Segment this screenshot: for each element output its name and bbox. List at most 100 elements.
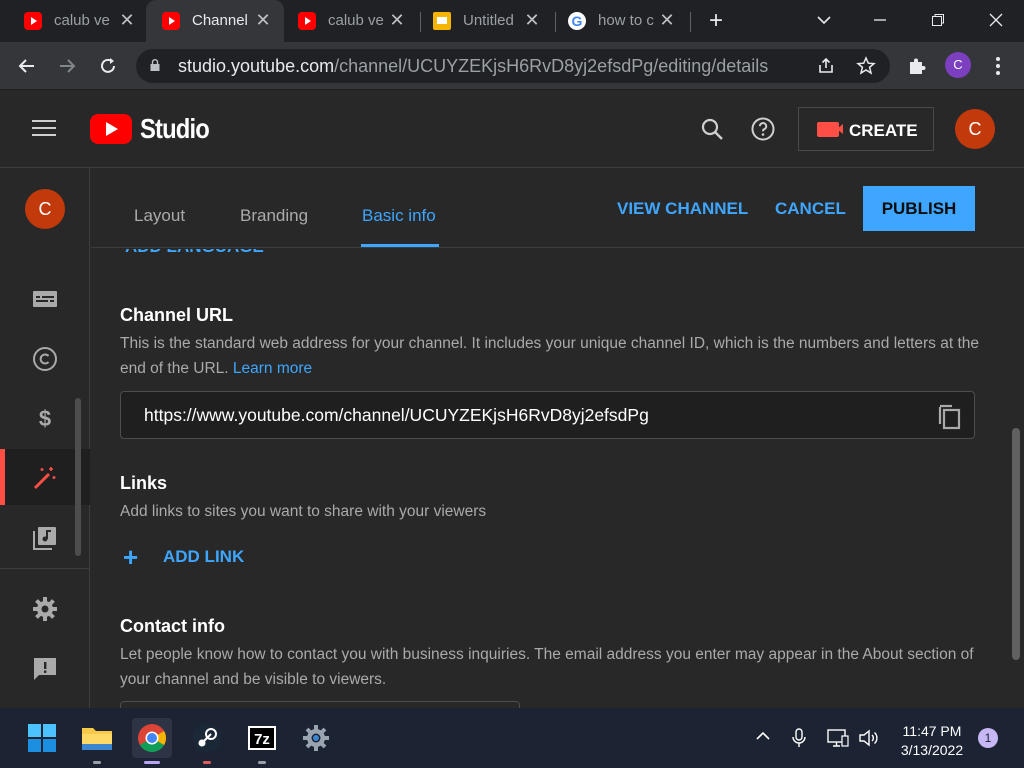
feedback-icon: [34, 658, 56, 680]
account-avatar[interactable]: C: [955, 109, 995, 149]
copyright-icon: [33, 347, 57, 371]
taskbar-chrome[interactable]: [132, 718, 172, 764]
close-icon[interactable]: ✕: [118, 11, 136, 29]
show-hidden-icons-button[interactable]: [752, 728, 774, 750]
help-icon: [751, 117, 775, 141]
learn-more-link[interactable]: Learn more: [233, 360, 312, 377]
channel-avatar[interactable]: C: [25, 189, 65, 229]
view-channel-button[interactable]: VIEW CHANNEL: [617, 199, 748, 219]
basic-info-panel: ADD LANGUAGE Channel URL This is the sta…: [91, 249, 1024, 708]
steam-icon: [193, 724, 221, 752]
address-bar[interactable]: studio.youtube.com/channel/UCUYZEKjsH6Rv…: [136, 49, 890, 83]
network-icon: [827, 729, 849, 747]
studio-logo-text: Studio: [140, 113, 210, 144]
url-text: studio.youtube.com/channel/UCUYZEKjsH6Rv…: [178, 56, 768, 77]
arrow-left-icon: [18, 59, 34, 73]
start-button[interactable]: [22, 718, 62, 758]
back-button[interactable]: [15, 54, 39, 78]
chevron-down-icon: [817, 16, 831, 25]
svg-text:7z: 7z: [254, 731, 270, 748]
add-link-button[interactable]: + ADD LINK: [123, 542, 245, 572]
arrow-right-icon: [60, 59, 76, 73]
url-host: studio.youtube.com: [178, 56, 335, 76]
create-button[interactable]: CREATE: [798, 107, 934, 151]
microphone-button[interactable]: [788, 728, 810, 750]
close-icon[interactable]: ✕: [658, 11, 676, 29]
share-icon: [819, 57, 833, 73]
close-window-button[interactable]: [982, 8, 1010, 32]
taskbar-steam[interactable]: [187, 718, 227, 764]
add-language-link[interactable]: ADD LANGUAGE: [125, 249, 264, 257]
chrome-menu-button[interactable]: [986, 54, 1010, 78]
browser-tab-1[interactable]: calub ve ✕: [12, 0, 146, 42]
channel-url-field: https://www.youtube.com/channel/UCUYZEKj…: [120, 391, 975, 439]
network-button[interactable]: [827, 728, 849, 750]
more-vert-icon: [996, 57, 1000, 75]
contact-info-description: Let people know how to contact you with …: [120, 646, 974, 688]
chrome-profile-avatar[interactable]: C: [945, 52, 971, 78]
new-tab-button[interactable]: +: [704, 9, 728, 34]
browser-tab-4[interactable]: Untitled ✕: [421, 0, 555, 42]
restore-button[interactable]: [924, 8, 952, 32]
minimize-button[interactable]: [866, 8, 894, 32]
google-slides-icon: [433, 12, 451, 30]
notification-badge[interactable]: 1: [978, 728, 998, 748]
browser-tab-3[interactable]: calub ve ✕: [286, 0, 420, 42]
windows-start-icon: [28, 724, 56, 752]
contact-info-heading: Contact info: [120, 616, 225, 636]
menu-button[interactable]: [32, 120, 56, 138]
help-button[interactable]: [751, 117, 775, 141]
tab-search-button[interactable]: [810, 8, 838, 32]
share-button[interactable]: [816, 56, 836, 76]
lock-icon: [150, 59, 160, 71]
tab-basic-info[interactable]: Basic info: [362, 206, 436, 226]
taskbar-7zip[interactable]: 7z: [242, 718, 282, 764]
taskbar-file-explorer[interactable]: [77, 718, 117, 764]
7zip-icon: 7z: [248, 726, 276, 750]
cancel-button[interactable]: CANCEL: [775, 199, 846, 219]
close-icon[interactable]: ✕: [523, 11, 541, 29]
rail-item-subtitles[interactable]: [0, 270, 90, 326]
clock-time: 11:47 PM: [902, 723, 962, 739]
restore-icon: [932, 14, 944, 26]
rail-item-copyright[interactable]: [0, 330, 90, 386]
forward-button[interactable]: [55, 54, 79, 78]
browser-tab-5[interactable]: G how to c ✕: [556, 0, 690, 42]
channel-url-description: This is the standard web address for you…: [120, 331, 980, 381]
plus-icon: +: [123, 542, 139, 572]
rail-item-settings[interactable]: [0, 580, 90, 636]
tab-branding[interactable]: Branding: [240, 206, 308, 226]
taskbar-settings[interactable]: [296, 718, 336, 758]
system-clock[interactable]: 11:47 PM 3/13/2022: [888, 722, 976, 760]
chevron-up-icon: [756, 731, 770, 740]
reload-button[interactable]: [96, 54, 120, 78]
volume-button[interactable]: [858, 728, 880, 750]
close-icon[interactable]: ✕: [254, 11, 272, 29]
rail-scrollbar[interactable]: [75, 398, 81, 556]
email-field[interactable]: [120, 701, 520, 708]
settings-gear-icon: [303, 725, 329, 751]
extensions-button[interactable]: [905, 54, 929, 78]
subtitles-icon: [33, 291, 57, 307]
youtube-logo-icon: [90, 114, 132, 144]
copy-icon[interactable]: [935, 402, 963, 430]
rail-item-feedback[interactable]: [0, 640, 90, 696]
page-scrollbar[interactable]: [1012, 428, 1020, 660]
tab-layout[interactable]: Layout: [134, 206, 185, 226]
publish-button[interactable]: PUBLISH: [863, 186, 975, 231]
url-path: /channel/UCUYZEKjsH6RvD8yj2efsdPg/editin…: [334, 56, 769, 76]
tab-title: Untitled: [463, 12, 514, 29]
studio-logo[interactable]: Studio: [90, 112, 221, 146]
browser-tab-2[interactable]: Channel ✕: [146, 0, 284, 42]
microphone-icon: [792, 728, 806, 747]
close-icon: [989, 13, 1003, 27]
links-description: Add links to sites you want to share wit…: [120, 503, 487, 520]
folder-icon: [82, 728, 112, 750]
search-button[interactable]: [700, 117, 724, 141]
close-icon[interactable]: ✕: [388, 11, 406, 29]
hamburger-line: [32, 120, 56, 122]
add-link-label: ADD LINK: [163, 547, 245, 566]
monetization-icon: $: [39, 406, 51, 431]
running-indicator: [93, 761, 101, 764]
bookmark-button[interactable]: [856, 56, 876, 76]
